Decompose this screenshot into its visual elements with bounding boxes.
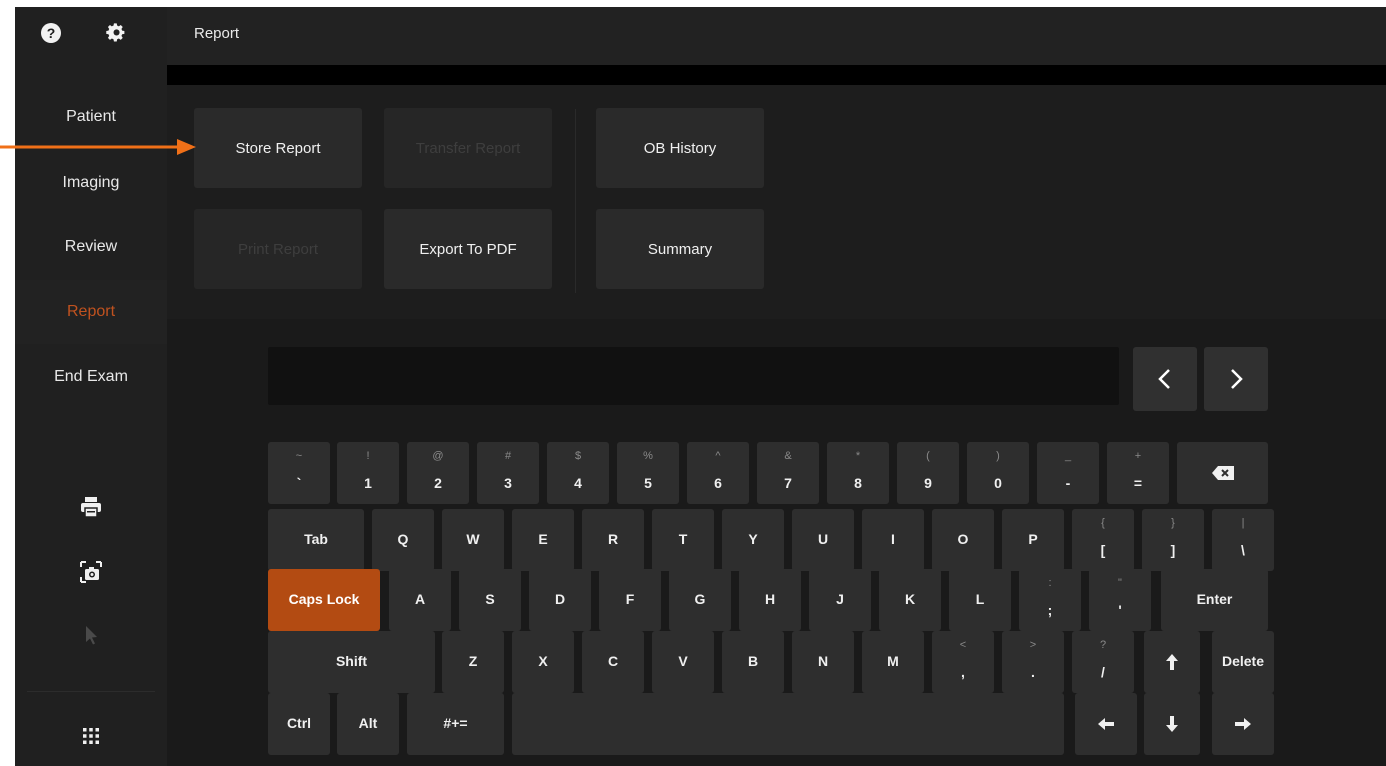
key-p[interactable]: P bbox=[1002, 509, 1064, 571]
chevron-left-icon bbox=[1158, 369, 1170, 389]
key-1[interactable]: ! 1 bbox=[337, 442, 399, 504]
sidebar-item-review[interactable]: Review bbox=[15, 215, 167, 279]
camera-icon[interactable] bbox=[79, 560, 103, 584]
key-close-bracket[interactable]: }] bbox=[1142, 509, 1204, 571]
alt-key[interactable]: Alt bbox=[337, 693, 399, 755]
key-x[interactable]: X bbox=[512, 631, 574, 693]
arrow-right-icon bbox=[1235, 718, 1251, 730]
key-equals[interactable]: + = bbox=[1107, 442, 1169, 504]
key-a[interactable]: A bbox=[389, 569, 451, 631]
key-v[interactable]: V bbox=[652, 631, 714, 693]
key-d[interactable]: D bbox=[529, 569, 591, 631]
key-e[interactable]: E bbox=[512, 509, 574, 571]
arrow-down-key[interactable] bbox=[1144, 693, 1200, 755]
arrow-left-icon bbox=[1098, 718, 1114, 730]
panel-divider bbox=[575, 109, 576, 293]
key-r[interactable]: R bbox=[582, 509, 644, 571]
store-report-button[interactable]: Store Report bbox=[194, 108, 362, 188]
sidebar-item-end-exam[interactable]: End Exam bbox=[15, 345, 167, 409]
sidebar-top-icons: ? bbox=[15, 7, 167, 67]
page-title: Report bbox=[194, 25, 240, 42]
key-0[interactable]: ) 0 bbox=[967, 442, 1029, 504]
arrow-down-icon bbox=[1166, 716, 1178, 732]
sidebar-item-imaging[interactable]: Imaging bbox=[15, 151, 167, 215]
key-m[interactable]: M bbox=[862, 631, 924, 693]
key-slash[interactable]: ? / bbox=[1072, 631, 1134, 693]
backspace-key[interactable] bbox=[1177, 442, 1268, 504]
space-key[interactable] bbox=[512, 693, 1064, 755]
cursor-right-button[interactable] bbox=[1204, 347, 1268, 411]
arrow-left-key[interactable] bbox=[1075, 693, 1137, 755]
key-n[interactable]: N bbox=[792, 631, 854, 693]
key-t[interactable]: T bbox=[652, 509, 714, 571]
shift-key[interactable]: Shift bbox=[268, 631, 435, 693]
header-strip bbox=[167, 65, 1386, 85]
tab-key[interactable]: Tab bbox=[268, 509, 364, 571]
keyboard-text-field[interactable] bbox=[268, 347, 1119, 405]
arrow-up-key[interactable] bbox=[1144, 631, 1200, 693]
delete-key[interactable]: Delete bbox=[1212, 631, 1274, 693]
key-quote[interactable]: " ' bbox=[1089, 569, 1151, 631]
key-8[interactable]: * 8 bbox=[827, 442, 889, 504]
backspace-icon bbox=[1212, 466, 1234, 480]
sidebar: ? Patient Imaging Review Report End Exam bbox=[15, 7, 167, 766]
sidebar-divider bbox=[27, 691, 155, 692]
report-actions-panel: Store Report Transfer Report OB History … bbox=[167, 85, 1386, 319]
print-icon[interactable] bbox=[79, 495, 103, 519]
key-i[interactable]: I bbox=[862, 509, 924, 571]
key-l[interactable]: L bbox=[949, 569, 1011, 631]
key-comma[interactable]: <, bbox=[932, 631, 994, 693]
transfer-report-button[interactable]: Transfer Report bbox=[384, 108, 552, 188]
key-backslash[interactable]: | \ bbox=[1212, 509, 1274, 571]
pointer-icon[interactable] bbox=[79, 623, 103, 647]
key-minus[interactable]: _ - bbox=[1037, 442, 1099, 504]
cursor-left-button[interactable] bbox=[1133, 347, 1197, 411]
annotation-arrow-icon bbox=[0, 139, 196, 155]
key-4[interactable]: $4 bbox=[547, 442, 609, 504]
key-f[interactable]: F bbox=[599, 569, 661, 631]
key-semicolon[interactable]: :; bbox=[1019, 569, 1081, 631]
gear-icon[interactable] bbox=[105, 22, 127, 44]
key-9[interactable]: (9 bbox=[897, 442, 959, 504]
sidebar-item-report[interactable]: Report bbox=[15, 280, 167, 344]
key-5[interactable]: % 5 bbox=[617, 442, 679, 504]
key-7[interactable]: & 7 bbox=[757, 442, 819, 504]
help-icon[interactable]: ? bbox=[41, 23, 61, 43]
key-y[interactable]: Y bbox=[722, 509, 784, 571]
caps-lock-key[interactable]: Caps Lock bbox=[268, 569, 380, 631]
key-s[interactable]: S bbox=[459, 569, 521, 631]
chevron-right-icon bbox=[1231, 369, 1243, 389]
ctrl-key[interactable]: Ctrl bbox=[268, 693, 330, 755]
key-6[interactable]: ^ 6 bbox=[687, 442, 749, 504]
apps-grid-icon[interactable] bbox=[79, 724, 103, 748]
key-q[interactable]: Q bbox=[372, 509, 434, 571]
arrow-up-icon bbox=[1166, 654, 1178, 670]
ultrasound-app: ? Patient Imaging Review Report End Exam bbox=[15, 7, 1386, 766]
key-2[interactable]: @2 bbox=[407, 442, 469, 504]
key-g[interactable]: G bbox=[669, 569, 731, 631]
key-o[interactable]: O bbox=[932, 509, 994, 571]
enter-key[interactable]: Enter bbox=[1161, 569, 1268, 631]
key-w[interactable]: W bbox=[442, 509, 504, 571]
key-c[interactable]: C bbox=[582, 631, 644, 693]
key-backtick[interactable]: ~ ` bbox=[268, 442, 330, 504]
arrow-right-key[interactable] bbox=[1212, 693, 1274, 755]
summary-button[interactable]: Summary bbox=[596, 209, 764, 289]
symbols-key[interactable]: #+= bbox=[407, 693, 504, 755]
key-j[interactable]: J bbox=[809, 569, 871, 631]
export-pdf-button[interactable]: Export To PDF bbox=[384, 209, 552, 289]
key-k[interactable]: K bbox=[879, 569, 941, 631]
key-h[interactable]: H bbox=[739, 569, 801, 631]
key-period[interactable]: >. bbox=[1002, 631, 1064, 693]
header-bar: Report bbox=[167, 7, 1386, 65]
key-z[interactable]: Z bbox=[442, 631, 504, 693]
key-b[interactable]: B bbox=[722, 631, 784, 693]
print-report-button[interactable]: Print Report bbox=[194, 209, 362, 289]
key-open-bracket[interactable]: {[ bbox=[1072, 509, 1134, 571]
virtual-keyboard-area: ~ ` ! 1 @2 #3 $4 % 5 ^ 6 & 7 * 8 (9 ) 0 _ - + = T… bbox=[167, 319, 1386, 766]
key-3[interactable]: #3 bbox=[477, 442, 539, 504]
key-u[interactable]: U bbox=[792, 509, 854, 571]
ob-history-button[interactable]: OB History bbox=[596, 108, 764, 188]
